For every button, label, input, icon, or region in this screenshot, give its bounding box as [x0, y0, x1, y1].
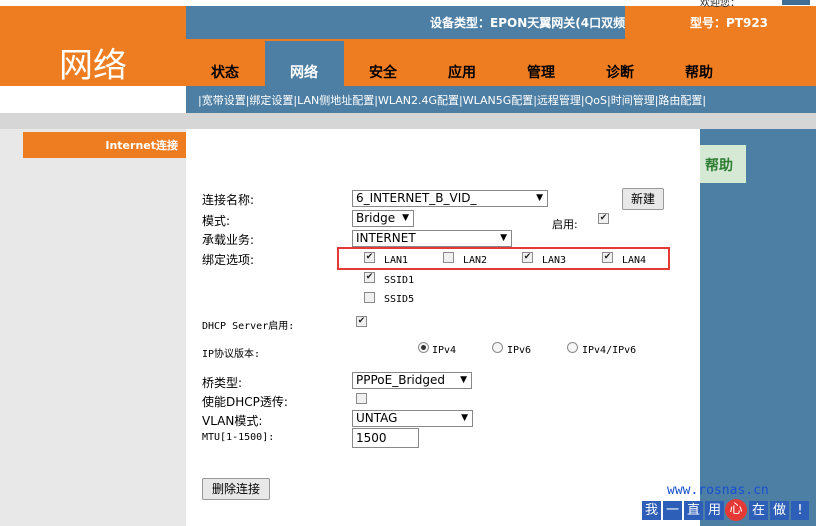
dhcp-server-label: DHCP Server启用:: [202, 321, 295, 332]
vlan-mode-label: VLAN模式:: [202, 414, 263, 428]
enable-checkbox[interactable]: ✔: [598, 213, 609, 224]
watermark-char: 直: [684, 501, 703, 520]
tab-help[interactable]: 帮助: [664, 62, 734, 82]
dhcp-passthrough-label: 使能DHCP透传:: [202, 395, 288, 409]
chevron-down-icon: ▼: [402, 213, 409, 223]
lan1-label: LAN1: [384, 255, 409, 266]
watermark-char: 用: [705, 501, 724, 520]
divider-bar: [0, 113, 816, 129]
device-type: 设备类型：EPON天翼网关(4口双频): [430, 16, 631, 30]
radio-ipv6[interactable]: [492, 342, 503, 353]
help-panel: [700, 129, 816, 526]
enable-label: 启用:: [552, 218, 578, 231]
help-title: 帮助: [705, 158, 733, 174]
model-label: 型号：PT923: [690, 16, 769, 30]
welcome-text: 欢迎您：: [700, 0, 740, 9]
ipv6-label: IPv6: [507, 345, 532, 356]
mtu-input[interactable]: 1500: [352, 428, 419, 448]
chevron-down-icon: ▼: [536, 193, 543, 203]
lan2-label: LAN2: [463, 255, 488, 266]
logo-title: 网络: [59, 46, 127, 86]
ssid5-checkbox[interactable]: [364, 292, 375, 303]
tab-security[interactable]: 安全: [348, 62, 418, 82]
watermark-url: www.rosnas.cn: [667, 483, 769, 498]
connection-name-select[interactable]: 6_INTERNET_B_VID_ ▼: [352, 190, 548, 207]
lan3-label: LAN3: [542, 255, 567, 266]
lan4-label: LAN4: [622, 255, 647, 266]
delete-connection-button[interactable]: 删除连接: [202, 478, 270, 500]
watermark-char: !: [791, 501, 809, 520]
watermark-char: 一: [663, 501, 682, 520]
watermark-char: 做: [770, 501, 789, 520]
service-label: 承载业务:: [202, 233, 255, 247]
watermark-char: 我: [642, 501, 661, 520]
tab-status[interactable]: 状态: [190, 62, 260, 82]
chevron-down-icon: ▼: [461, 413, 468, 423]
ip-version-label: IP协议版本:: [202, 349, 261, 360]
new-button[interactable]: 新建: [622, 188, 664, 210]
connection-name-label: 连接名称:: [202, 193, 255, 207]
ssid5-label: SSID5: [384, 294, 415, 305]
bridge-type-select[interactable]: PPPoE_Bridged ▼: [352, 372, 472, 389]
chevron-down-icon: ▼: [500, 233, 507, 243]
binding-label: 绑定选项:: [202, 253, 255, 267]
sidebar-item-label[interactable]: Internet连接: [23, 137, 178, 153]
tab-application[interactable]: 应用: [427, 62, 497, 82]
lan4-checkbox[interactable]: ✔: [602, 252, 613, 263]
left-sidebar: [0, 129, 186, 526]
lan3-checkbox[interactable]: ✔: [522, 252, 533, 263]
tab-network[interactable]: 网络: [269, 62, 339, 82]
mtu-label: MTU[1-1500]:: [202, 432, 275, 443]
bridge-type-label: 桥类型:: [202, 376, 243, 390]
mode-label: 模式:: [202, 214, 231, 228]
lan2-checkbox[interactable]: [443, 252, 454, 263]
tab-management[interactable]: 管理: [506, 62, 576, 82]
chevron-down-icon: ▼: [460, 375, 467, 385]
sub-nav-links[interactable]: |宽带设置|绑定设置|LAN侧地址配置|WLAN2.4G配置|WLAN5G配置|…: [198, 92, 706, 108]
tab-diagnosis[interactable]: 诊断: [585, 62, 655, 82]
radio-ipv4-ipv6[interactable]: [567, 342, 578, 353]
dhcp-server-checkbox[interactable]: ✔: [356, 316, 367, 327]
ssid1-checkbox[interactable]: ✔: [364, 272, 375, 283]
service-select[interactable]: INTERNET ▼: [352, 230, 512, 247]
vlan-mode-select[interactable]: UNTAG ▼: [352, 410, 473, 427]
ipv4-ipv6-label: IPv4/IPv6: [582, 345, 637, 356]
radio-ipv4[interactable]: [418, 342, 429, 353]
lan1-checkbox[interactable]: ✔: [364, 252, 375, 263]
mode-select[interactable]: Bridge ▼: [352, 210, 414, 227]
dhcp-passthrough-checkbox[interactable]: [356, 393, 367, 404]
watermark-char: 在: [749, 501, 768, 520]
ipv4-label: IPv4: [432, 345, 457, 356]
ssid1-label: SSID1: [384, 275, 415, 286]
exit-button[interactable]: 退出: [782, 0, 810, 5]
watermark-heart: 心: [725, 499, 747, 521]
